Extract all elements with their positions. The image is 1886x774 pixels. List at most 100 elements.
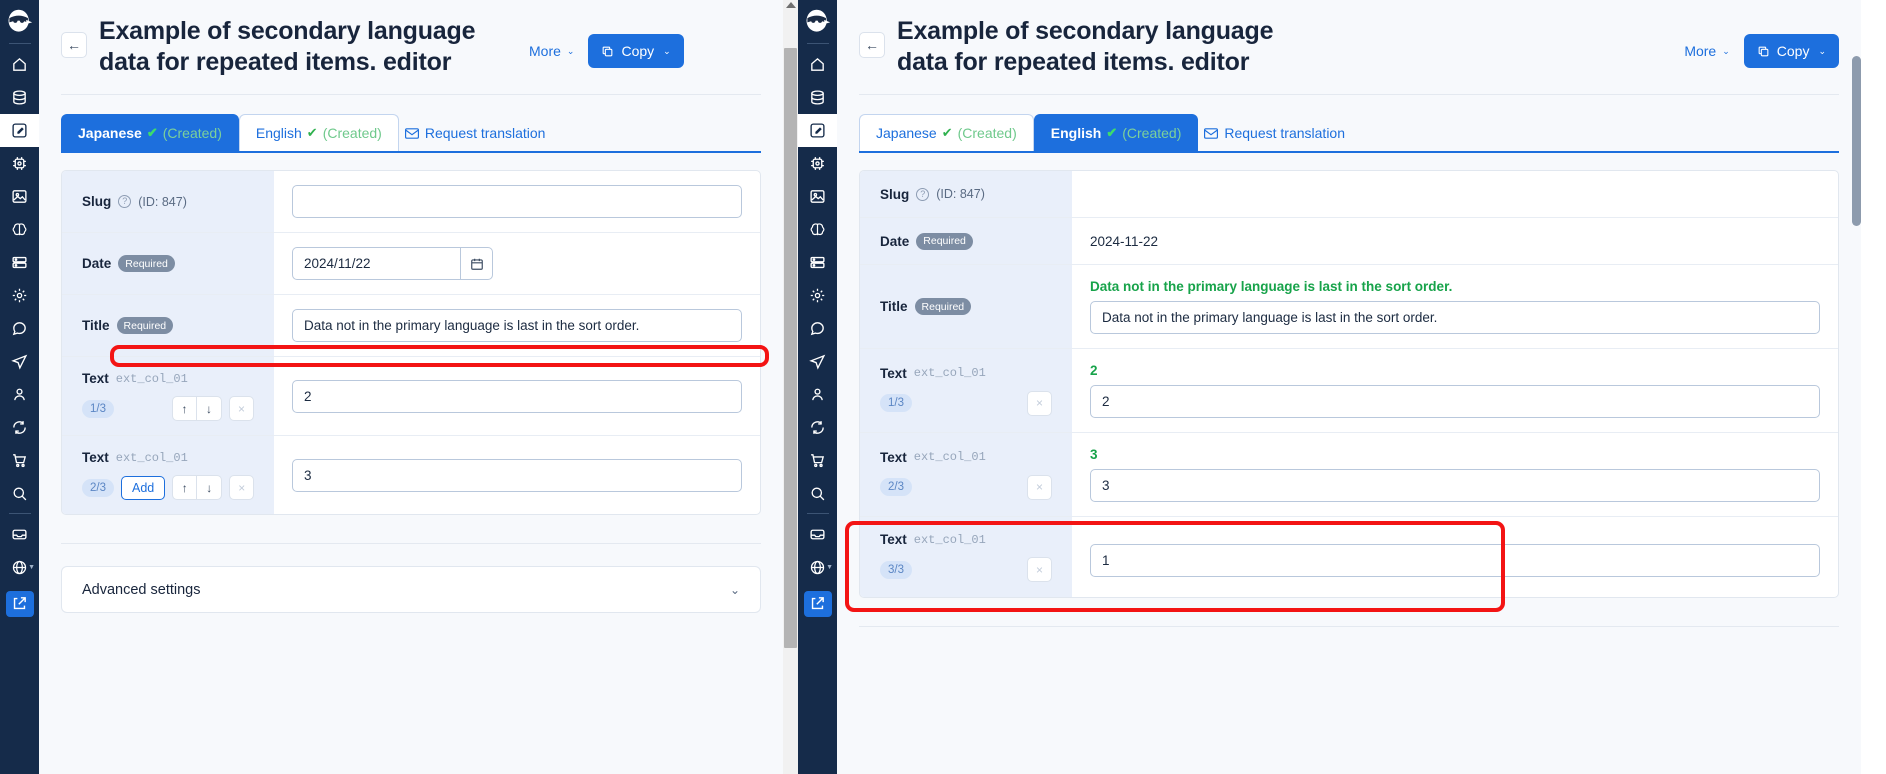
scrollbar-thumb[interactable] <box>1852 56 1861 226</box>
window-scrollbar[interactable] <box>783 0 798 774</box>
request-translation-label: Request translation <box>424 125 546 141</box>
sidebar-item-database[interactable] <box>0 81 39 114</box>
external-link-icon[interactable] <box>5 590 34 617</box>
copy-button[interactable]: Copy ⌄ <box>588 34 684 68</box>
advanced-settings-accordion[interactable]: Advanced settings ⌄ <box>61 566 761 613</box>
back-button[interactable]: ← <box>859 32 885 58</box>
sidebar-item-search[interactable] <box>0 477 39 510</box>
sidebar-item-user[interactable] <box>798 378 837 411</box>
row-field-date: 2024/11/22 <box>274 233 760 294</box>
sidebar-item-cart[interactable] <box>798 444 837 477</box>
copy-label: Copy <box>1776 43 1810 59</box>
slug-id: (ID: 847) <box>138 194 187 209</box>
text-input-1[interactable]: 2 <box>292 379 742 413</box>
row-label-title: Title Required <box>860 265 1072 348</box>
remove-item-button[interactable]: × <box>229 475 255 500</box>
tabs-underline <box>859 151 1839 153</box>
sidebar-item-inbox[interactable] <box>0 518 39 551</box>
more-button[interactable]: More ⌄ <box>1684 43 1729 59</box>
sidebar-item-editor[interactable] <box>798 114 837 147</box>
copy-button[interactable]: Copy ⌄ <box>1743 34 1839 68</box>
request-translation-link[interactable]: Request translation <box>1198 115 1351 151</box>
mail-icon <box>404 127 419 139</box>
ninja-logo-icon[interactable] <box>5 6 35 36</box>
scroll-up-arrow-icon[interactable] <box>785 2 796 8</box>
sidebar-item-ai[interactable] <box>0 213 39 246</box>
sidebar-item-server[interactable] <box>0 246 39 279</box>
sidebar-item-open-external[interactable] <box>798 587 837 620</box>
form-row-text-2: Text ext_col_01 2/3 × 3 3 <box>860 433 1838 517</box>
sidebar-item-chat[interactable] <box>798 312 837 345</box>
sidebar-item-send[interactable] <box>798 345 837 378</box>
sidebar-item-media[interactable] <box>0 180 39 213</box>
repeat-index: 2/3 <box>880 478 912 496</box>
sidebar-item-cart[interactable] <box>0 444 39 477</box>
more-button[interactable]: More ⌄ <box>529 43 574 59</box>
add-item-button[interactable]: Add <box>121 475 166 500</box>
sidebar-item-sync[interactable] <box>0 411 39 444</box>
text-input-2[interactable]: 3 <box>1090 469 1820 502</box>
mail-icon <box>1204 127 1219 139</box>
help-icon[interactable]: ? <box>916 187 930 201</box>
chevron-down-icon: ⌄ <box>566 45 575 56</box>
move-down-button[interactable]: ↓ <box>197 396 222 421</box>
date-picker[interactable]: 2024/11/22 <box>292 247 742 280</box>
tab-japanese[interactable]: Japanese ✔ (Created) <box>61 114 239 151</box>
text-input-1[interactable]: 2 <box>1090 385 1820 418</box>
sidebar-item-chat[interactable] <box>0 312 39 345</box>
text-input-2[interactable]: 3 <box>292 458 742 492</box>
sidebar-item-user[interactable] <box>0 378 39 411</box>
slug-label: Slug <box>880 186 910 202</box>
sidebar-item-inbox[interactable] <box>798 518 837 551</box>
move-down-button[interactable]: ↓ <box>197 475 223 500</box>
panel-scrollbar[interactable] <box>1852 0 1861 774</box>
remove-item-button[interactable]: × <box>229 396 254 421</box>
sidebar-item-database[interactable] <box>798 81 837 114</box>
title-input[interactable]: Data not in the primary language is last… <box>1090 301 1820 334</box>
text-input-3[interactable]: 1 <box>1090 544 1820 577</box>
remove-item-button[interactable]: × <box>1027 390 1052 416</box>
title-input[interactable]: Data not in the primary language is last… <box>292 309 742 342</box>
row-field-title: Data not in the primary language is last… <box>274 295 760 356</box>
remove-item-button[interactable]: × <box>1027 474 1052 500</box>
tab-english-status: (Created) <box>1122 125 1182 141</box>
move-up-button[interactable]: ↑ <box>172 396 197 421</box>
move-up-button[interactable]: ↑ <box>172 475 198 500</box>
back-button[interactable]: ← <box>61 32 87 58</box>
external-link-icon[interactable] <box>803 590 832 617</box>
scrollbar-thumb[interactable] <box>784 48 797 648</box>
form-row-title: Title Required Data not in the primary l… <box>860 265 1838 349</box>
sidebar-item-media[interactable] <box>798 180 837 213</box>
sidebar-item-home[interactable] <box>0 48 39 81</box>
row-label-text-3: Text ext_col_01 3/3 × <box>860 517 1072 597</box>
sidebar-item-send[interactable] <box>0 345 39 378</box>
sidebar-item-ai[interactable] <box>798 213 837 246</box>
text-label: Text <box>82 371 109 386</box>
calendar-icon[interactable] <box>460 247 493 280</box>
tab-english[interactable]: English ✔ (Created) <box>238 114 399 151</box>
right-header: ← Example of secondary language data for… <box>837 0 1861 77</box>
field-code: ext_col_01 <box>913 532 986 547</box>
tab-japanese[interactable]: Japanese ✔ (Created) <box>859 114 1034 151</box>
sidebar-item-editor[interactable] <box>0 114 39 147</box>
ninja-logo-icon[interactable] <box>803 6 833 36</box>
sidebar-item-chip[interactable] <box>0 147 39 180</box>
sidebar-item-search[interactable] <box>798 477 837 510</box>
slug-input[interactable] <box>292 185 742 218</box>
sidebar-item-settings[interactable] <box>798 279 837 312</box>
slug-label: Slug <box>82 194 112 209</box>
date-input[interactable]: 2024/11/22 <box>292 247 460 280</box>
remove-item-button[interactable]: × <box>1027 557 1052 582</box>
sidebar-item-home[interactable] <box>798 48 837 81</box>
sidebar-item-settings[interactable] <box>0 279 39 312</box>
row-label-text-2: Text ext_col_01 2/3 Add ↑ ↓ × <box>62 436 274 514</box>
help-icon[interactable]: ? <box>118 195 132 208</box>
sidebar-item-chip[interactable] <box>798 147 837 180</box>
request-translation-link[interactable]: Request translation <box>399 115 552 151</box>
tab-english[interactable]: English ✔ (Created) <box>1033 114 1199 151</box>
date-value: 2024-11-22 <box>1090 233 1159 249</box>
sidebar-item-sync[interactable] <box>798 411 837 444</box>
sidebar-item-open-external[interactable] <box>0 587 39 620</box>
sidebar-item-server[interactable] <box>798 246 837 279</box>
page-title: Example of secondary language data for r… <box>99 17 476 76</box>
